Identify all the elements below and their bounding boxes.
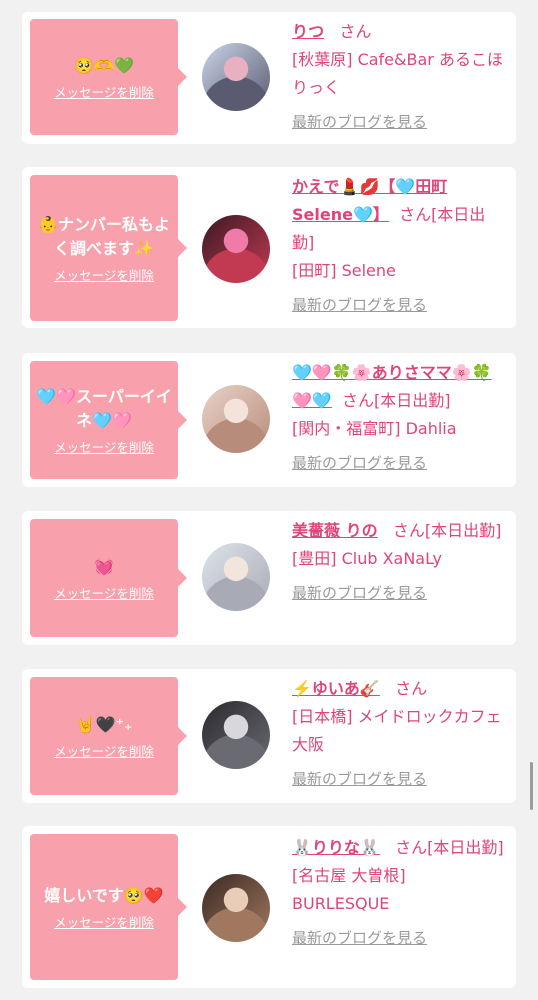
avatar[interactable] [202, 43, 270, 111]
latest-blog-link[interactable]: 最新のブログを見る [292, 291, 504, 319]
name-suffix: さん [395, 679, 428, 698]
message-text: 💓 [94, 556, 114, 576]
message-bubble: 🥺🫶💚 メッセージを削除 [30, 19, 187, 135]
message-card: 🤘🖤⁺₊ メッセージを削除 ⚡️ゆいあ🎸 さん [日本橋] メイドロックカフェ … [22, 669, 516, 803]
avatar[interactable] [202, 385, 270, 453]
avatar[interactable] [202, 701, 270, 769]
name-suffix: さん [339, 22, 372, 41]
avatar[interactable] [202, 874, 270, 942]
cast-info: りつ さん [秋葉原] Cafe&Bar あるこほりっく 最新のブログを見る [292, 18, 504, 136]
cast-name-link[interactable]: ⚡️ゆいあ🎸 [292, 679, 380, 698]
message-bubble: 💓 メッセージを削除 [30, 519, 187, 637]
latest-blog-link[interactable]: 最新のブログを見る [292, 108, 504, 136]
latest-blog-link[interactable]: 最新のブログを見る [292, 449, 504, 477]
message-bubble: 嬉しいです🥺❤️ メッセージを削除 [30, 834, 187, 980]
cast-name-link[interactable]: 🐰りりな🐰 [292, 838, 380, 857]
cast-info: かえで💄💋【🩵田町Selene🩵】 さん[本日出勤] [田町] Selene 最… [292, 173, 504, 319]
scrollbar[interactable] [530, 762, 533, 810]
cast-name-link[interactable]: りつ [292, 22, 324, 41]
shop-name: [秋葉原] Cafe&Bar あるこほりっく [292, 50, 503, 97]
message-card: 🩵🩷スーパーイイネ🩵🩷 メッセージを削除 🩵🩷🍀🌸ありさママ🌸🍀🩷🩵 さん[本日… [22, 353, 516, 487]
shop-name: [日本橋] メイドロックカフェ 大阪 [292, 707, 502, 754]
latest-blog-link[interactable]: 最新のブログを見る [292, 579, 504, 607]
cast-info: ⚡️ゆいあ🎸 さん [日本橋] メイドロックカフェ 大阪 最新のブログを見る [292, 675, 504, 793]
shop-name: [豊田] Club XaNaLy [292, 549, 443, 568]
delete-message-link[interactable]: メッセージを削除 [54, 437, 154, 456]
message-card: 💓 メッセージを削除 美薔薇 りの さん[本日出勤] [豊田] Club XaN… [22, 511, 516, 645]
message-bubble: 🤘🖤⁺₊ メッセージを削除 [30, 677, 187, 795]
latest-blog-link[interactable]: 最新のブログを見る [292, 924, 504, 952]
delete-message-link[interactable]: メッセージを削除 [54, 265, 154, 284]
message-text: 🩵🩷スーパーイイネ🩵🩷 [36, 386, 172, 430]
message-card: 🥺🫶💚 メッセージを削除 りつ さん [秋葉原] Cafe&Bar あるこほりっ… [22, 12, 516, 144]
delete-message-link[interactable]: メッセージを削除 [54, 583, 154, 602]
cast-info: 美薔薇 りの さん[本日出勤] [豊田] Club XaNaLy 最新のブログを… [292, 517, 504, 607]
delete-message-link[interactable]: メッセージを削除 [54, 741, 154, 760]
cast-name-link[interactable]: 美薔薇 りの [292, 521, 378, 540]
message-bubble: 👶ナンバー私もよく調べます✨ メッセージを削除 [30, 175, 187, 321]
shop-name: [田町] Selene [292, 261, 396, 280]
shop-name: [名古屋 大曽根] BURLESQUE [292, 866, 406, 913]
message-bubble: 🩵🩷スーパーイイネ🩵🩷 メッセージを削除 [30, 361, 187, 479]
cast-info: 🐰りりな🐰 さん[本日出勤] [名古屋 大曽根] BURLESQUE 最新のブロ… [292, 834, 504, 952]
name-suffix: さん[本日出勤] [342, 391, 451, 410]
message-text: 👶ナンバー私もよく調べます✨ [38, 214, 170, 258]
latest-blog-link[interactable]: 最新のブログを見る [292, 765, 504, 793]
message-card: 👶ナンバー私もよく調べます✨ メッセージを削除 かえで💄💋【🩵田町Selene🩵… [22, 167, 516, 328]
avatar[interactable] [202, 543, 270, 611]
message-text: 嬉しいです🥺❤️ [44, 885, 164, 905]
delete-message-link[interactable]: メッセージを削除 [54, 82, 154, 101]
message-text: 🤘🖤⁺₊ [75, 714, 133, 734]
delete-message-link[interactable]: メッセージを削除 [54, 912, 154, 931]
name-suffix: さん[本日出勤] [392, 521, 502, 540]
avatar[interactable] [202, 215, 270, 283]
cast-info: 🩵🩷🍀🌸ありさママ🌸🍀🩷🩵 さん[本日出勤] [関内・福富町] Dahlia 最… [292, 359, 504, 477]
message-text: 🥺🫶💚 [74, 55, 134, 75]
shop-name: [関内・福富町] Dahlia [292, 419, 457, 438]
message-card: 嬉しいです🥺❤️ メッセージを削除 🐰りりな🐰 さん[本日出勤] [名古屋 大曽… [22, 826, 516, 988]
name-suffix: さん[本日出勤] [395, 838, 504, 857]
